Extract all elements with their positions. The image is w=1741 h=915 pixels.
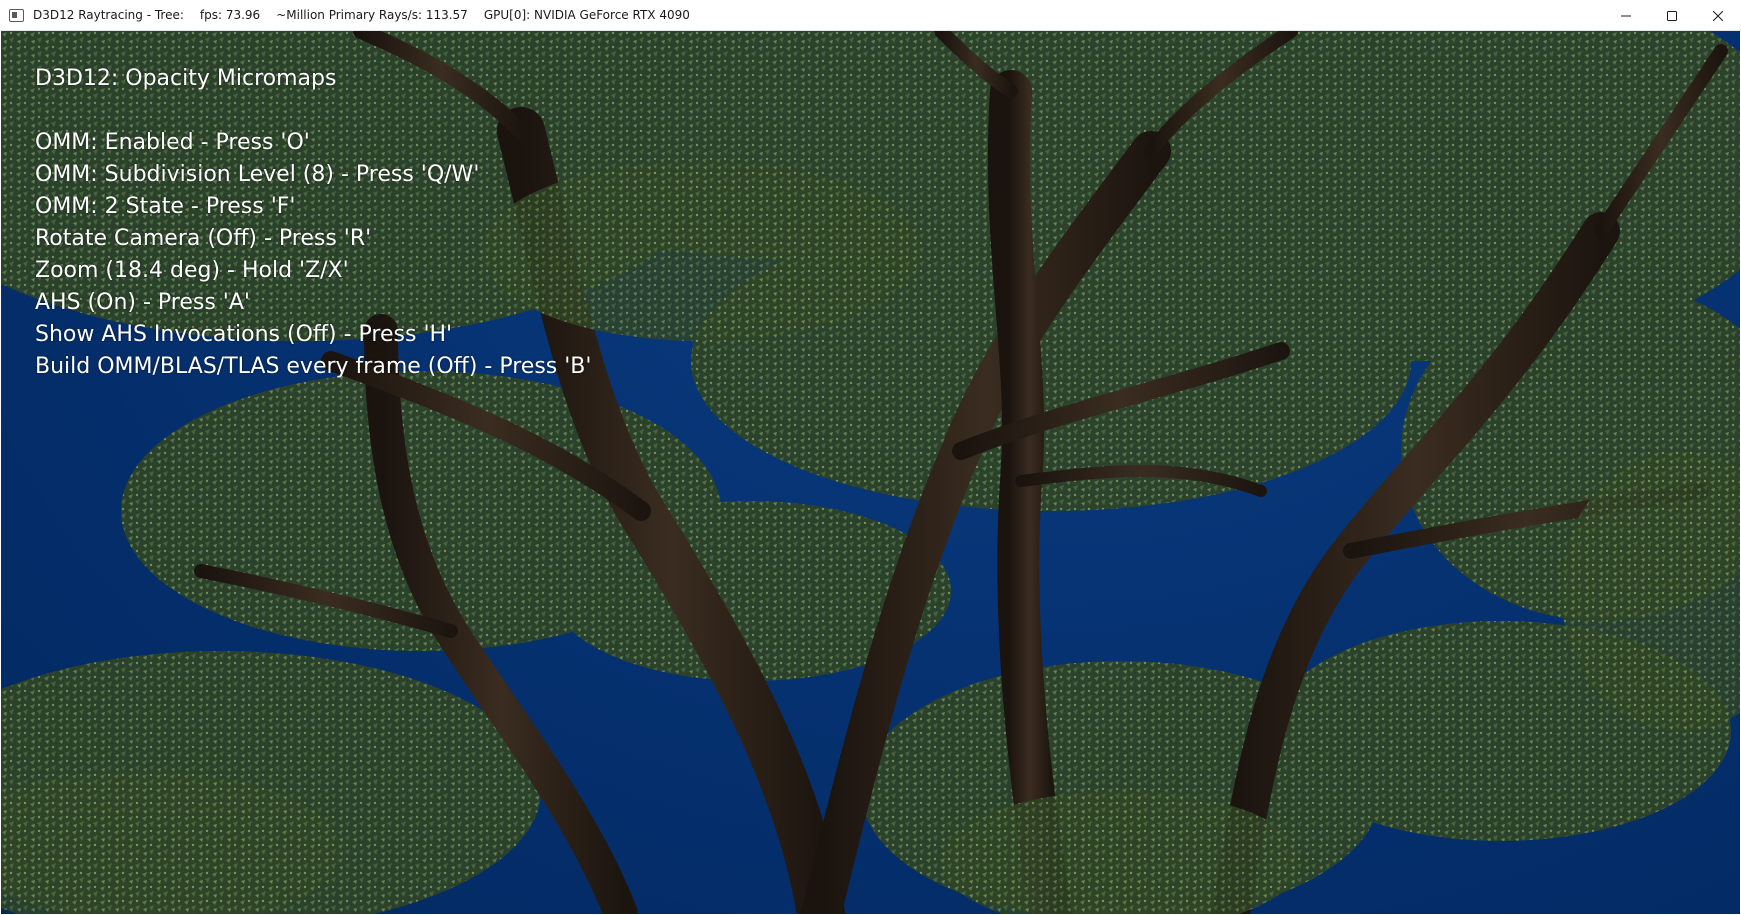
hud-overlay: D3D12: Opacity Micromaps OMM: Enabled - … — [35, 63, 591, 383]
maximize-button[interactable] — [1649, 0, 1695, 31]
hud-line-zoom: Zoom (18.4 deg) - Hold 'Z/X' — [35, 258, 349, 283]
title-bar[interactable]: D3D12 Raytracing - Tree: fps: 73.96 ~Mil… — [0, 0, 1741, 31]
close-icon — [1713, 10, 1723, 21]
hud-line-omm-subdivision: OMM: Subdivision Level (8) - Press 'Q/W' — [35, 162, 480, 187]
title-app-name: D3D12 Raytracing - Tree: — [33, 8, 184, 22]
hud-line-omm-state: OMM: 2 State - Press 'F' — [35, 194, 296, 219]
title-rays-per-second: ~Million Primary Rays/s: 113.57 — [276, 8, 468, 22]
hud-line-omm-enabled: OMM: Enabled - Press 'O' — [35, 130, 310, 155]
minimize-button[interactable] — [1603, 0, 1649, 31]
minimize-icon — [1621, 15, 1631, 16]
window-title: D3D12 Raytracing - Tree: fps: 73.96 ~Mil… — [33, 8, 690, 22]
hud-line-build-every-frame: Build OMM/BLAS/TLAS every frame (Off) - … — [35, 354, 592, 379]
hud-line-ahs: AHS (On) - Press 'A' — [35, 290, 250, 315]
window-app-icon[interactable] — [9, 8, 24, 22]
raytracing-viewport[interactable]: D3D12: Opacity Micromaps OMM: Enabled - … — [1, 31, 1740, 914]
title-fps: fps: 73.96 — [199, 8, 261, 22]
title-gpu-name: GPU[0]: NVIDIA GeForce RTX 4090 — [483, 8, 690, 22]
caption-buttons — [1603, 0, 1741, 31]
close-button[interactable] — [1695, 0, 1741, 31]
hud-line-rotate-camera: Rotate Camera (Off) - Press 'R' — [35, 226, 372, 251]
maximize-icon — [1667, 10, 1677, 21]
hud-line-show-ahs-invocations: Show AHS Invocations (Off) - Press 'H' — [35, 322, 453, 347]
hud-title: D3D12: Opacity Micromaps — [35, 66, 337, 91]
app-window: D3D12 Raytracing - Tree: fps: 73.96 ~Mil… — [0, 0, 1741, 915]
